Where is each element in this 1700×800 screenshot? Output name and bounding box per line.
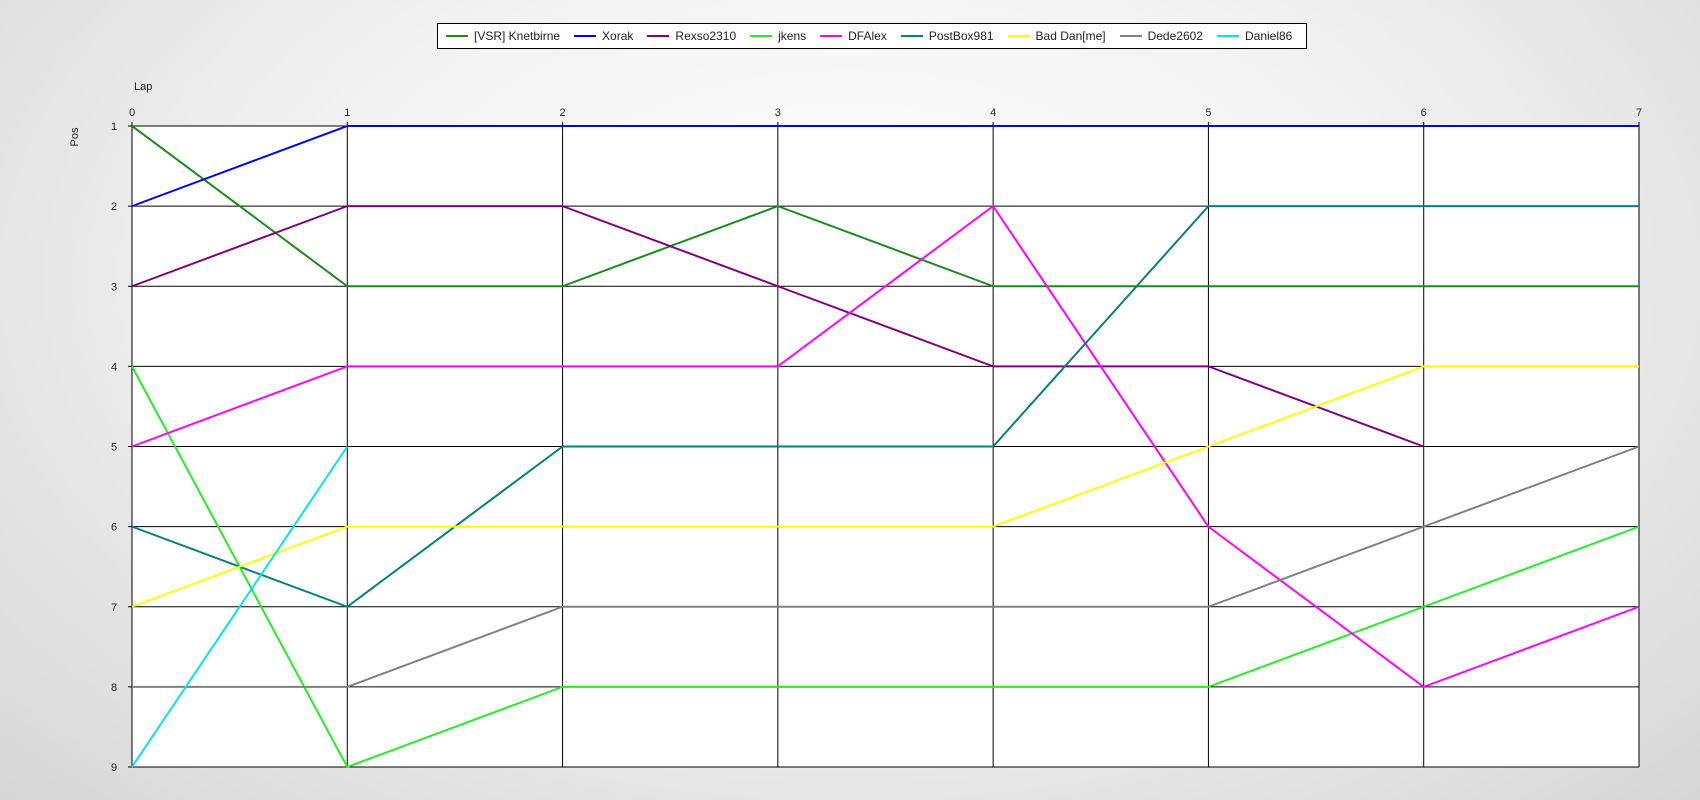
y-tick-label: 4 bbox=[111, 361, 117, 373]
x-tick-label: 4 bbox=[990, 107, 996, 119]
x-tick-label: 5 bbox=[1205, 107, 1211, 119]
y-tick-label: 8 bbox=[111, 682, 117, 694]
x-tick-label: 7 bbox=[1636, 107, 1642, 119]
y-tick-label: 1 bbox=[111, 121, 117, 133]
x-tick-label: 2 bbox=[560, 107, 566, 119]
y-axis-title: Pos bbox=[69, 127, 81, 146]
y-tick-label: 5 bbox=[111, 442, 117, 454]
x-tick-label: 6 bbox=[1421, 107, 1427, 119]
y-tick-label: 9 bbox=[111, 762, 117, 774]
y-tick-label: 3 bbox=[111, 281, 117, 293]
x-tick-label: 3 bbox=[775, 107, 781, 119]
x-tick-label: 1 bbox=[344, 107, 350, 119]
y-tick-label: 6 bbox=[111, 522, 117, 534]
position-chart: 0 1 2 3 4 5 6 7123456789 Lap Pos bbox=[69, 81, 1642, 774]
y-tick-label: 7 bbox=[111, 602, 117, 614]
x-axis-title: Lap bbox=[134, 81, 152, 93]
x-tick-label: 0 bbox=[129, 107, 135, 119]
y-tick-label: 2 bbox=[111, 201, 117, 213]
